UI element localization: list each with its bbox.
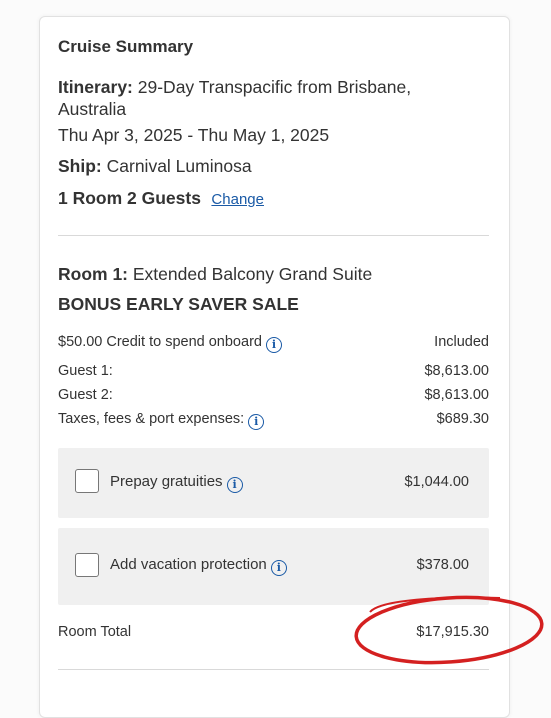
price-line-value: $689.30 <box>436 411 489 427</box>
addon-label: Add vacation protection i <box>110 556 287 576</box>
room-label: Room 1: <box>58 264 128 284</box>
info-icon[interactable]: i <box>270 560 287 576</box>
itinerary-line: Itinerary: 29-Day Transpacific from Bris… <box>58 77 411 98</box>
itinerary-label: Itinerary: <box>58 77 133 97</box>
price-line-label: $50.00 Credit to spend onboard i <box>58 334 282 353</box>
addon-price: $378.00 <box>416 557 469 573</box>
cruise-dates: Thu Apr 3, 2025 - Thu May 1, 2025 <box>58 125 330 145</box>
addon-price: $1,044.00 <box>404 474 469 490</box>
rooms-guests-line: 1 Room 2 Guests Change <box>58 188 264 209</box>
price-line-value: Included <box>434 334 489 350</box>
info-icon[interactable]: i <box>265 337 282 353</box>
addon-label: Prepay gratuities i <box>110 473 243 493</box>
info-icon[interactable]: i <box>226 477 243 493</box>
room-total-label: Room Total <box>58 624 132 640</box>
rooms-guests-text: 1 Room 2 Guests <box>58 188 201 208</box>
cruise-summary-title: Cruise Summary <box>58 37 194 56</box>
price-line-value: $8,613.00 <box>424 387 489 403</box>
vacation-protection-checkbox[interactable] <box>75 553 99 577</box>
ship-name: Carnival Luminosa <box>106 156 252 176</box>
promo-title: BONUS EARLY SAVER SALE <box>58 294 299 314</box>
prepay-gratuities-checkbox[interactable] <box>75 469 99 493</box>
room-line: Room 1: Extended Balcony Grand Suite <box>58 264 372 285</box>
room-total-value: $17,915.30 <box>416 624 489 640</box>
price-line-label: Guest 2: <box>58 387 113 403</box>
cruise-summary-card: Cruise Summary Itinerary: 29-Day Transpa… <box>39 16 510 718</box>
info-icon[interactable]: i <box>248 414 265 430</box>
change-link[interactable]: Change <box>211 191 264 208</box>
itinerary-value-line2: Australia <box>58 99 127 119</box>
bottom-divider <box>58 669 489 670</box>
price-line-value: $8,613.00 <box>424 363 489 379</box>
section-divider <box>58 235 489 236</box>
price-line-label: Guest 1: <box>58 363 113 379</box>
room-type: Extended Balcony Grand Suite <box>132 264 373 284</box>
price-line-label: Taxes, fees & port expenses: i <box>58 411 265 430</box>
addon-prepay-gratuities: Prepay gratuities i $1,044.00 <box>58 448 489 518</box>
addon-vacation-protection: Add vacation protection i $378.00 <box>58 528 489 605</box>
itinerary-value-line1: 29-Day Transpacific from Brisbane, <box>137 77 412 97</box>
ship-line: Ship: Carnival Luminosa <box>58 156 252 177</box>
ship-label: Ship: <box>58 156 102 176</box>
